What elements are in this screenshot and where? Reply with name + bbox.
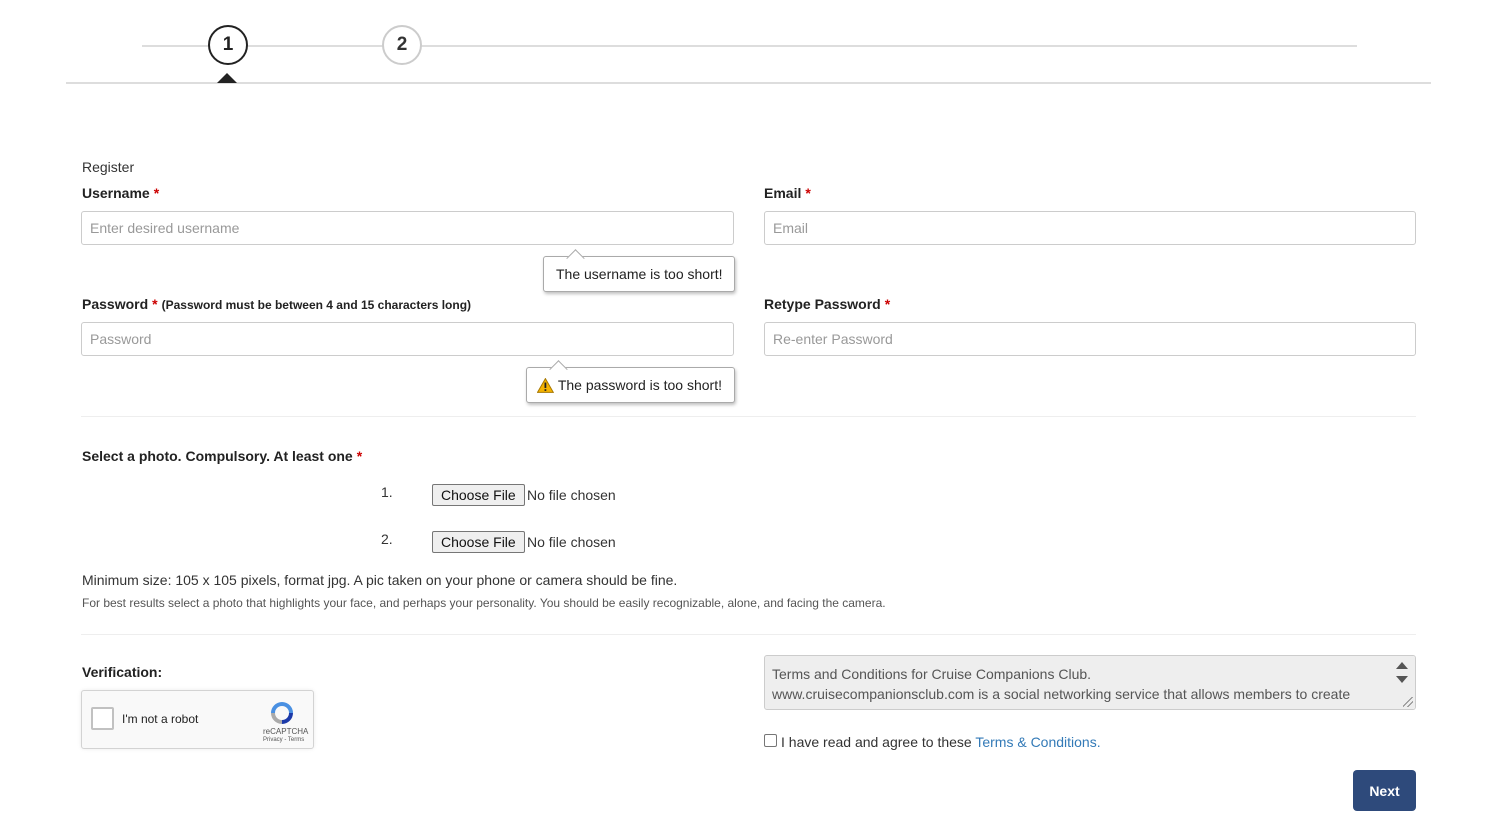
username-label: Username * — [82, 185, 160, 201]
recaptcha-label: I'm not a robot — [122, 712, 199, 726]
retype-password-label: Retype Password * — [764, 296, 891, 312]
photo-size-info: Minimum size: 105 x 105 pixels, format j… — [82, 572, 678, 588]
recaptcha-brand: reCAPTCHA — [263, 727, 309, 736]
warning-icon — [537, 377, 554, 393]
progress-stepper: 1 2 — [0, 0, 1504, 90]
photo-label: Select a photo. Compulsory. At least one… — [82, 448, 363, 464]
verification-label: Verification: — [82, 664, 163, 680]
recaptcha-checkbox[interactable] — [91, 707, 114, 730]
divider — [81, 634, 1416, 635]
file-1-number: 1. — [381, 484, 393, 500]
password-hint: (Password must be between 4 and 15 chara… — [161, 298, 472, 312]
password-label: Password * (Password must be between 4 and… — [82, 296, 472, 312]
active-step-pointer — [217, 73, 237, 83]
photo-tips-info: For best results select a photo that hig… — [82, 596, 886, 610]
terms-textarea[interactable]: Terms and Conditions for Cruise Companio… — [764, 655, 1416, 710]
terms-scrollbar[interactable] — [1390, 656, 1415, 709]
terms-text: Terms and Conditions for Cruise Companio… — [772, 666, 1355, 709]
password-input[interactable] — [81, 322, 734, 356]
file-2-number: 2. — [381, 531, 393, 547]
recaptcha-logo-icon — [271, 702, 293, 724]
username-error-tooltip: The username is too short! — [543, 256, 735, 292]
password-error-tooltip: The password is too short! — [526, 367, 735, 403]
file-2-status: No file chosen — [527, 534, 616, 550]
scroll-down-icon[interactable] — [1396, 676, 1408, 683]
terms-link[interactable]: Terms & Conditions. — [975, 734, 1100, 750]
agree-terms-label: I have read and agree to these Terms & C… — [781, 734, 1101, 750]
username-input[interactable] — [81, 211, 734, 245]
form-title: Register — [82, 159, 135, 175]
stepper-line — [142, 45, 1357, 47]
scroll-up-icon[interactable] — [1396, 662, 1408, 669]
next-button[interactable]: Next — [1353, 770, 1416, 811]
step-1-indicator: 1 — [208, 25, 248, 65]
file-1-status: No file chosen — [527, 487, 616, 503]
choose-file-2-button[interactable]: Choose File — [432, 531, 525, 553]
stepper-baseline — [66, 82, 1431, 84]
step-2-indicator: 2 — [382, 25, 422, 65]
email-input[interactable] — [764, 211, 1416, 245]
agree-terms-checkbox[interactable] — [764, 734, 777, 747]
divider — [81, 416, 1416, 417]
retype-password-input[interactable] — [764, 322, 1416, 356]
resize-grip-icon[interactable] — [1403, 697, 1413, 707]
choose-file-1-button[interactable]: Choose File — [432, 484, 525, 506]
email-label: Email * — [764, 185, 811, 201]
recaptcha-privacy-terms[interactable]: Privacy - Terms — [263, 737, 304, 743]
recaptcha-widget: I'm not a robot reCAPTCHA Privacy - Term… — [81, 690, 314, 749]
